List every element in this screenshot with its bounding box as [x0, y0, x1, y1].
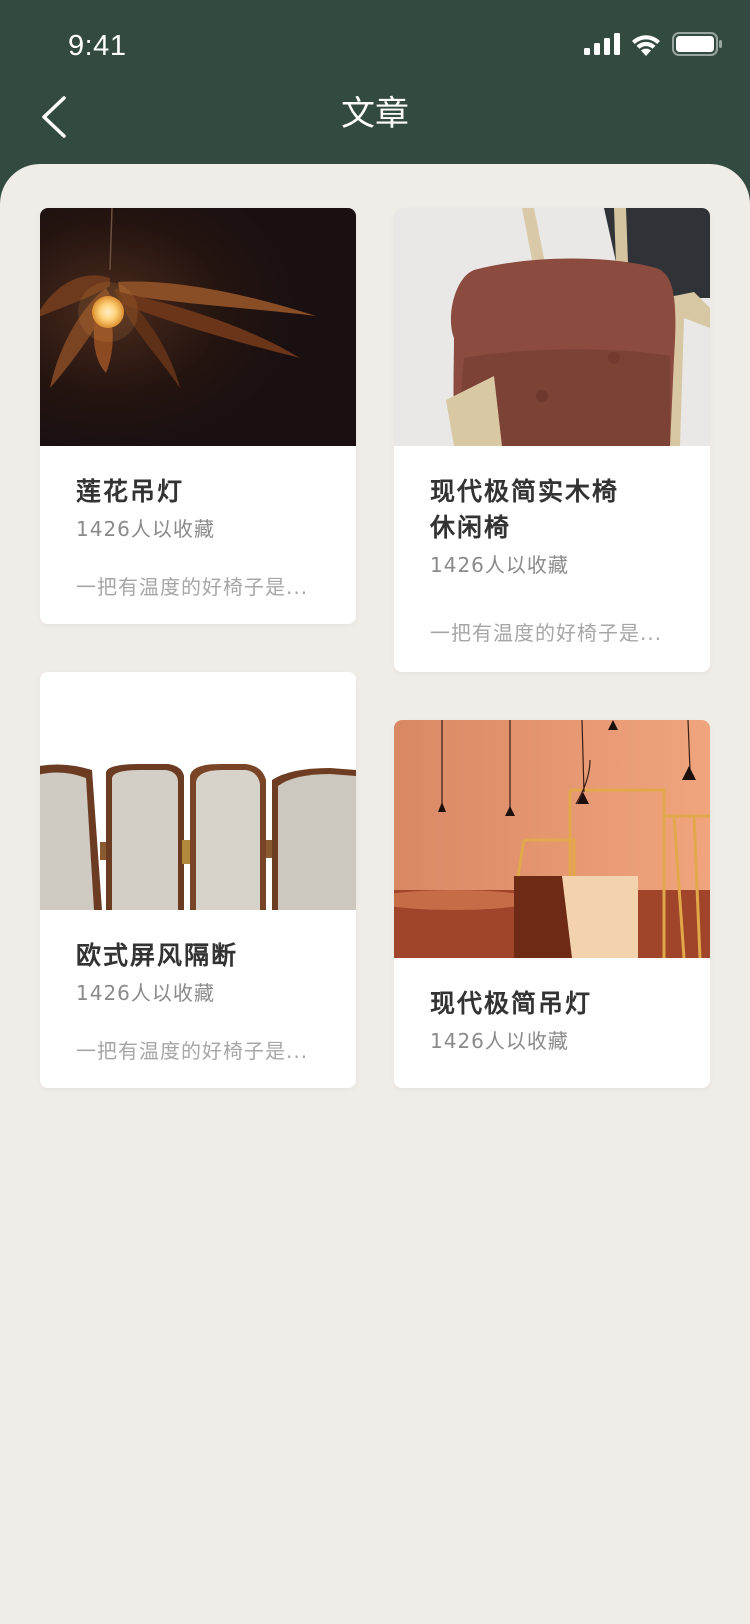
article-card[interactable]: 现代极简吊灯 1426人以收藏 [394, 720, 710, 1088]
article-card[interactable]: 欧式屏风隔断 1426人以收藏 一把有温度的好椅子是... [40, 672, 356, 1088]
status-time: 9:41 [68, 30, 127, 62]
favorites-count: 1426人以收藏 [430, 553, 569, 577]
status-bar: 9:41 [0, 0, 750, 88]
favorites-count: 1426人以收藏 [76, 981, 215, 1005]
article-card[interactable]: 莲花吊灯 1426人以收藏 一把有温度的好椅子是... [40, 208, 356, 624]
article-title: 欧式屏风隔断 [76, 941, 239, 970]
article-excerpt: 一把有温度的好椅子是... [76, 1039, 309, 1063]
status-icons [584, 32, 722, 56]
article-grid: 莲花吊灯 1426人以收藏 一把有温度的好椅子是... 现代极简实木椅休闲椅 1… [0, 164, 750, 1624]
battery-icon [672, 32, 722, 56]
favorites-count: 1426人以收藏 [76, 517, 215, 541]
favorites-count: 1426人以收藏 [430, 1029, 569, 1053]
article-card[interactable]: 现代极简实木椅休闲椅 1426人以收藏 一把有温度的好椅子是... [394, 208, 710, 672]
page-title: 文章 [341, 94, 409, 134]
article-image [394, 208, 710, 446]
article-title: 现代极简实木椅休闲椅 [430, 477, 620, 542]
article-image [394, 720, 710, 958]
article-image [40, 208, 356, 446]
article-excerpt: 一把有温度的好椅子是... [430, 621, 663, 645]
wifi-icon [632, 35, 660, 56]
article-title: 现代极简吊灯 [430, 989, 593, 1018]
article-excerpt: 一把有温度的好椅子是... [76, 575, 309, 599]
signal-icon [584, 33, 620, 55]
article-image [40, 672, 356, 910]
article-title: 莲花吊灯 [76, 477, 185, 506]
